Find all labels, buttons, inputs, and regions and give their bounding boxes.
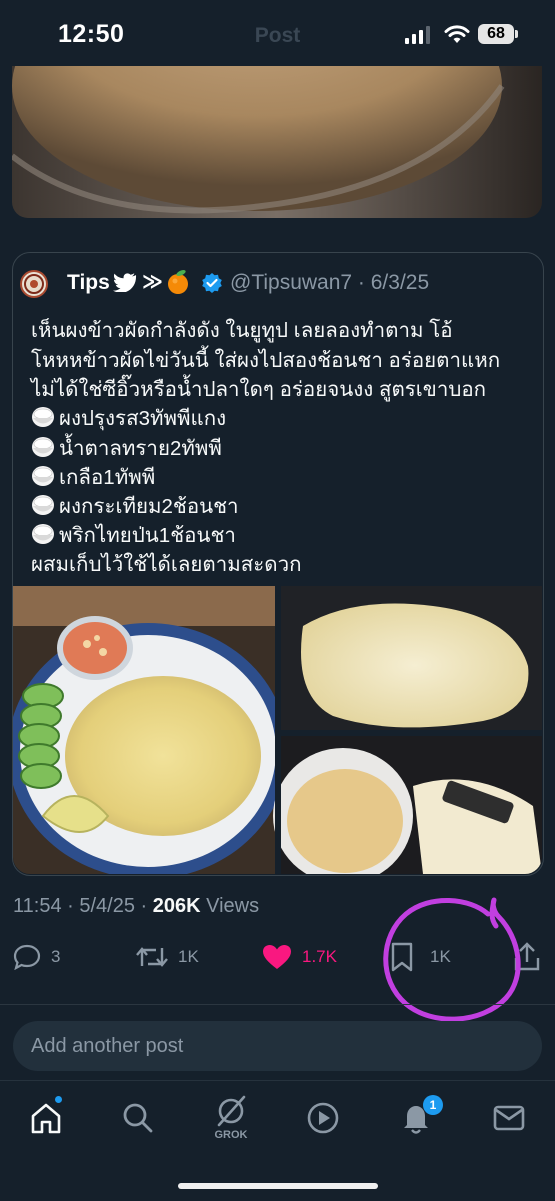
rice-bowl-emoji-icon [32,437,54,457]
ingredient-item: ผงปรุงรส3ทัพพีแกง [31,402,226,435]
bookmark-count: 1K [430,947,451,966]
grok-label[interactable]: GROK [204,1129,258,1141]
mail-icon[interactable] [491,1100,527,1136]
like-count: 1.7K [302,947,337,966]
views-label: Views [200,895,260,917]
views-count: 206K [152,895,201,917]
notification-badge: 1 [423,1095,443,1115]
post-meta: 11:54 · 5/4/25 · 206K Views [13,895,259,918]
media-photo-pan[interactable] [281,586,542,730]
search-icon[interactable] [120,1100,156,1136]
media-photo-plate[interactable] [13,586,288,874]
ingredient-text: ผงปรุงรส3ทัพพีแกง [59,407,227,430]
ingredient-text: พริกไทยป่น1ช้อนชา [59,524,236,547]
ingredient-text: เกลือ1ทัพพี [59,466,156,489]
quoted-media-grid[interactable] [13,586,542,874]
rice-bowl-emoji-icon [32,495,54,515]
bookmark-icon [391,942,413,972]
grok-icon[interactable] [213,1093,249,1129]
bird-icon [113,273,137,292]
reply-composer-input[interactable]: Add another post [13,1021,542,1071]
rice-bowl-emoji-icon [32,407,54,427]
ingredient-text: น้ำตาลทราย2ทัพพี [59,437,222,460]
repost-count: 1K [178,947,199,966]
arrow-emoji-icon: ≫ [142,271,163,293]
quoted-author-handle-date[interactable]: @Tipsuwan7 · 6/3/25 [230,271,429,295]
repost-icon [136,947,168,967]
bookmark-button[interactable]: 1K [390,940,451,974]
share-icon [514,942,540,971]
share-button[interactable] [513,940,541,974]
repost-button[interactable]: 1K [136,940,199,974]
quoted-author-avatar[interactable] [20,270,48,298]
home-unread-dot [55,1096,62,1103]
post-image-top[interactable] [12,66,542,218]
home-indicator [178,1183,378,1189]
orange-emoji-icon [168,269,188,294]
media-photo-bowl[interactable] [273,736,542,874]
rice-bowl-emoji-icon [32,524,54,544]
heart-icon [263,945,291,969]
reply-icon [13,944,41,970]
quoted-text-line: เห็นผงข้าวผัดกำลังดัง ในยูทูป เลยลองทำตา… [31,319,453,342]
like-button[interactable]: 1.7K [262,940,337,974]
quoted-author-name[interactable]: Tips [67,271,110,295]
verified-badge-icon [202,273,222,293]
divider [0,1004,555,1005]
ingredient-text: ผงกระเทียม2ช้อนชา [59,495,239,518]
reply-button[interactable]: 3 [13,940,60,974]
rice-bowl-emoji-icon [32,466,54,486]
home-icon[interactable] [28,1100,64,1136]
status-bar [0,0,555,66]
quoted-text-closing: ผสมเก็บไว้ใช้ได้เลยตามสะดวก [31,553,302,576]
post-timestamp: 11:54 · 5/4/25 · [13,895,153,917]
reply-count: 3 [51,947,61,966]
play-icon[interactable] [305,1100,341,1136]
